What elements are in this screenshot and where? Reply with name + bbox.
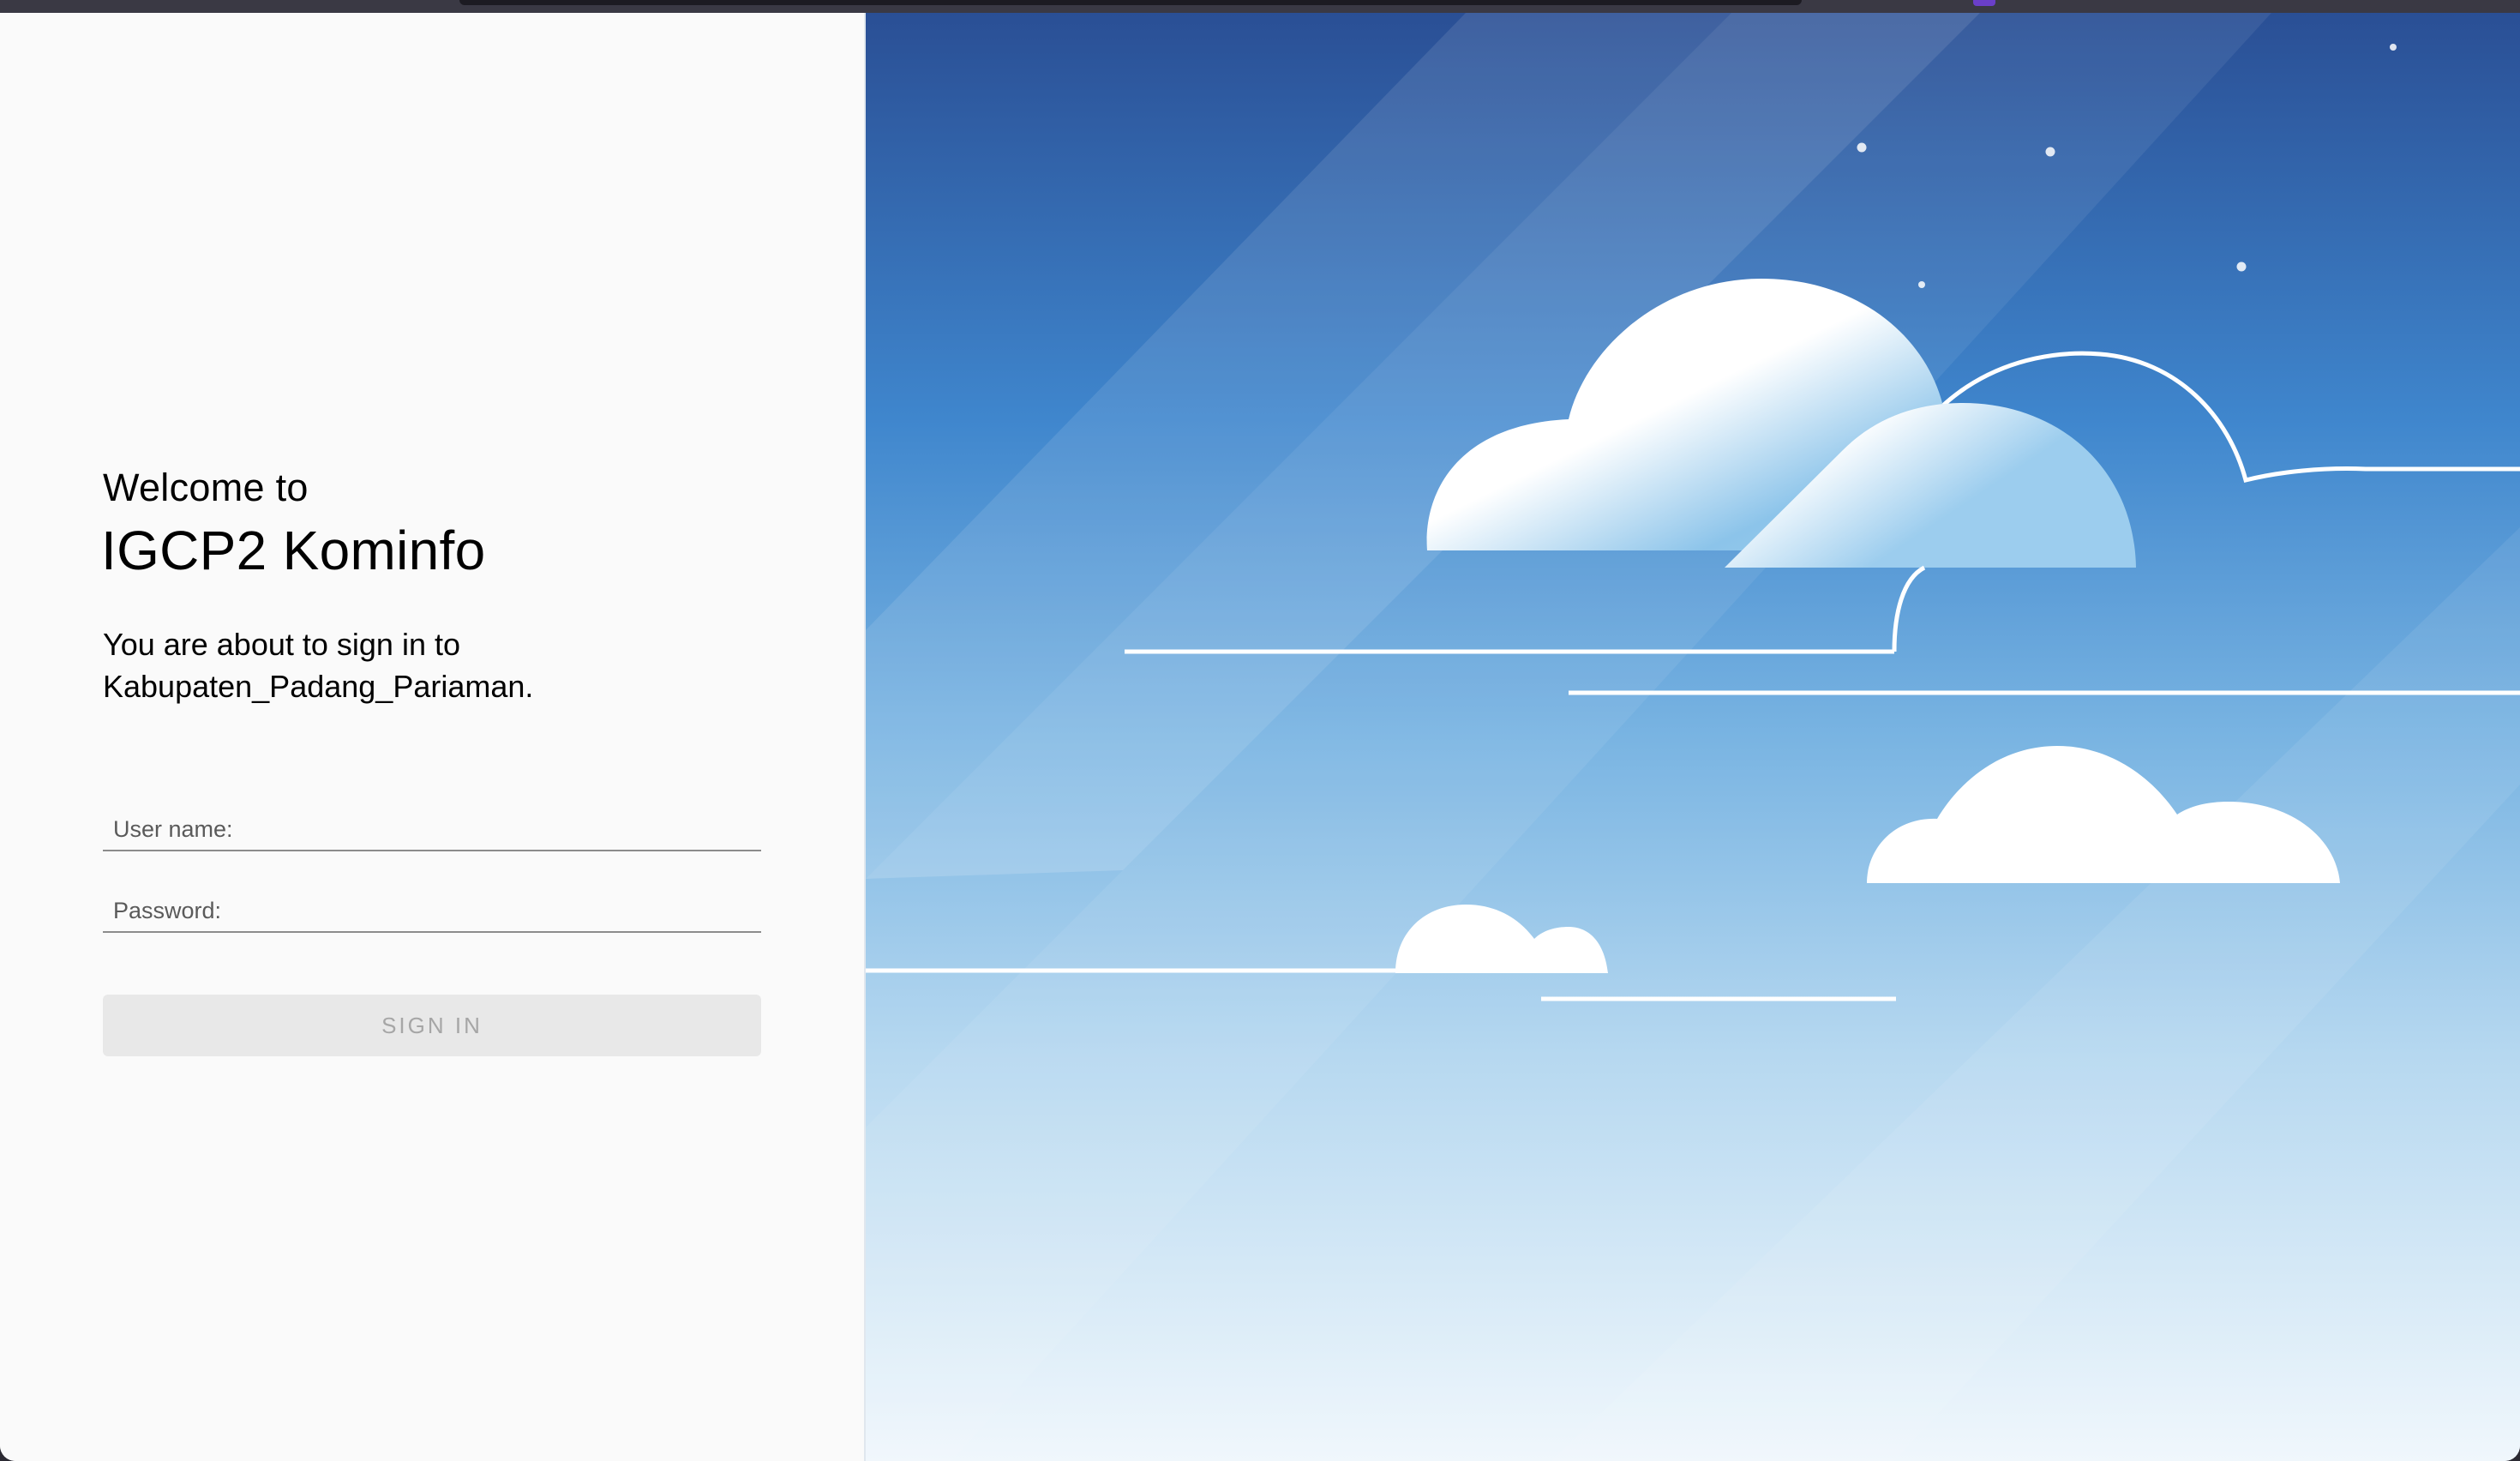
welcome-text: Welcome to xyxy=(103,466,309,509)
sign-in-target-text: You are about to sign in to Kabupaten_Pa… xyxy=(103,623,806,707)
username-field xyxy=(103,809,761,851)
login-page: Welcome to IGCP2 Kominfo You are about t… xyxy=(0,13,2520,1461)
star-icon xyxy=(1857,142,1867,153)
password-input[interactable] xyxy=(103,890,761,931)
sky-clouds-illustration xyxy=(866,13,2520,1461)
username-input[interactable] xyxy=(103,809,761,850)
password-field xyxy=(103,890,761,933)
subtitle-line-2: Kabupaten_Padang_Pariaman. xyxy=(103,669,534,704)
address-bar-edge xyxy=(459,0,1802,5)
star-icon xyxy=(1918,281,1925,288)
subtitle-line-1: You are about to sign in to xyxy=(103,627,460,662)
star-icon xyxy=(2045,147,2055,157)
sign-in-button[interactable]: SIGN IN xyxy=(103,995,761,1056)
star-icon xyxy=(2390,44,2397,51)
login-panel: Welcome to IGCP2 Kominfo You are about t… xyxy=(0,13,864,1461)
browser-chrome-strip xyxy=(0,0,2520,13)
star-icon xyxy=(2236,262,2247,272)
extension-badge-icon xyxy=(1973,0,1995,6)
app-title: IGCP2 Kominfo xyxy=(101,520,486,581)
